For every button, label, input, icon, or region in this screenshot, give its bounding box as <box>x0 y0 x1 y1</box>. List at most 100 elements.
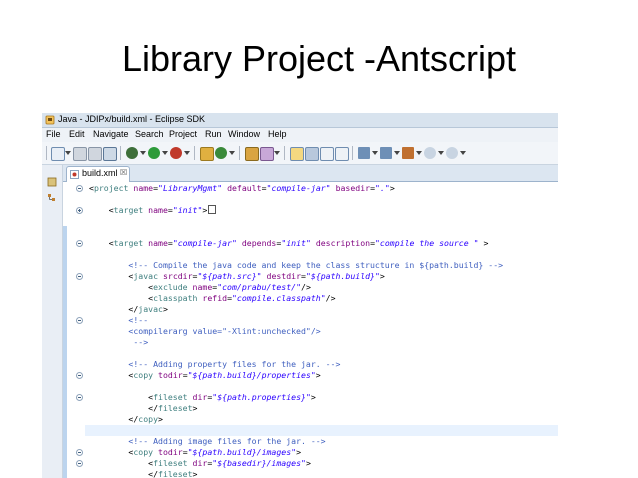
code-line: --> <box>89 337 148 348</box>
code-token: todir <box>158 447 183 457</box>
menu-edit[interactable]: Edit <box>69 129 85 139</box>
show-whitespace-icon[interactable] <box>305 147 319 161</box>
code-token: classpath <box>153 293 198 303</box>
new-class-dropdown-icon[interactable] <box>229 151 235 155</box>
editor-tab-bar: build.xml ☒ <box>63 165 558 182</box>
debug-dropdown-icon[interactable] <box>140 151 146 155</box>
prev-annotation-icon[interactable] <box>380 147 392 159</box>
code-token: name <box>148 238 168 248</box>
fold-collapse-icon[interactable] <box>76 372 83 379</box>
code-editor[interactable]: <project name="LibraryMgmt" default="com… <box>63 182 558 478</box>
code-token: > <box>389 183 395 193</box>
new-dropdown-icon[interactable] <box>65 151 71 155</box>
fold-expand-icon[interactable] <box>76 207 83 214</box>
window-title: Java - JDIPx/build.xml - Eclipse SDK <box>58 114 206 124</box>
window-titlebar[interactable]: Java - JDIPx/build.xml - Eclipse SDK <box>42 113 558 128</box>
code-token: </ <box>89 403 159 413</box>
code-line: </fileset> <box>89 403 197 414</box>
run-dropdown-icon[interactable] <box>162 151 168 155</box>
fold-collapse-icon[interactable] <box>76 185 83 192</box>
code-token: "compile-jar" <box>266 183 331 193</box>
toggle-highlight-icon[interactable] <box>290 147 304 161</box>
back-icon[interactable] <box>424 147 436 159</box>
menu-project[interactable]: Project <box>169 129 197 139</box>
last-edit-icon[interactable] <box>402 147 414 159</box>
menu-search[interactable]: Search <box>135 129 164 139</box>
back-dropdown-icon[interactable] <box>438 151 444 155</box>
print-icon[interactable] <box>103 147 117 161</box>
code-token: > <box>202 205 208 215</box>
next-annotation-dropdown-icon[interactable] <box>372 151 378 155</box>
search-dropdown-icon[interactable] <box>274 151 280 155</box>
code-token: <!-- Adding image files for the jar. --> <box>89 436 326 446</box>
toolbar-separator <box>120 146 121 160</box>
forward-icon[interactable] <box>446 147 458 159</box>
save-icon[interactable] <box>73 147 87 161</box>
change-marker <box>63 237 67 478</box>
code-token: < <box>89 205 114 215</box>
new-java-project-icon[interactable] <box>200 147 214 161</box>
collapsed-block-marker[interactable] <box>208 205 217 214</box>
external-tools-icon[interactable] <box>170 147 182 159</box>
code-token: depends <box>241 238 277 248</box>
code-token: <!-- Adding property files for the jar. … <box>89 359 341 369</box>
fold-collapse-icon[interactable] <box>76 317 83 324</box>
new-class-icon[interactable] <box>215 147 227 159</box>
next-annotation-icon[interactable] <box>358 147 370 159</box>
code-token: "${basedir}/images" <box>212 458 306 468</box>
code-line: </javac> <box>89 304 168 315</box>
code-token: < <box>89 458 154 468</box>
code-token: "init" <box>281 238 311 248</box>
fold-collapse-icon[interactable] <box>76 240 83 247</box>
menu-run[interactable]: Run <box>205 129 222 139</box>
outline-icon[interactable] <box>47 193 57 203</box>
code-token: description <box>315 238 371 248</box>
menu-help[interactable]: Help <box>268 129 287 139</box>
code-line: <!-- <box>89 315 148 326</box>
run-icon[interactable] <box>148 147 160 159</box>
code-token: > <box>296 447 302 457</box>
debug-icon[interactable] <box>126 147 138 159</box>
code-token: > <box>478 238 489 248</box>
forward-dropdown-icon[interactable] <box>460 151 466 155</box>
code-line: <!-- Compile the java code and keep the … <box>89 260 503 271</box>
package-explorer-icon[interactable] <box>47 177 57 187</box>
main-toolbar <box>42 142 558 165</box>
menu-file[interactable]: File <box>46 129 61 139</box>
code-line: </copy> <box>89 414 163 425</box>
search-icon[interactable] <box>260 147 274 161</box>
code-token: "compile.classpath" <box>232 293 326 303</box>
change-marker <box>63 226 67 237</box>
code-token: todir <box>158 370 183 380</box>
save-all-icon[interactable] <box>88 147 102 161</box>
prev-annotation-dropdown-icon[interactable] <box>394 151 400 155</box>
tab-build-xml[interactable]: build.xml ☒ <box>66 166 130 182</box>
code-token: > <box>162 304 168 314</box>
word-wrap-icon[interactable] <box>335 147 349 161</box>
close-icon[interactable]: ☒ <box>120 168 127 177</box>
external-tools-dropdown-icon[interactable] <box>184 151 190 155</box>
code-token: dir <box>192 392 208 402</box>
code-token: > <box>379 271 385 281</box>
code-token: </ <box>89 304 139 314</box>
fold-collapse-icon[interactable] <box>76 394 83 401</box>
code-line: <target name="init"> <box>89 205 217 216</box>
code-token: "compile the source " <box>375 238 479 248</box>
code-token: copy <box>133 447 154 457</box>
open-type-icon[interactable] <box>245 147 259 161</box>
ant-build-file-icon <box>70 170 79 179</box>
fold-collapse-icon[interactable] <box>76 449 83 456</box>
block-selection-icon[interactable] <box>320 147 334 161</box>
fold-collapse-icon[interactable] <box>76 460 83 467</box>
new-icon[interactable] <box>51 147 65 161</box>
menu-window[interactable]: Window <box>228 129 260 139</box>
last-edit-dropdown-icon[interactable] <box>416 151 422 155</box>
code-token: </ <box>89 469 159 478</box>
code-token: < <box>89 370 134 380</box>
code-token: "com/prabu/test/" <box>217 282 302 292</box>
fold-collapse-icon[interactable] <box>76 273 83 280</box>
code-token: javac <box>138 304 163 314</box>
code-token: < <box>89 447 134 457</box>
code-token: target <box>113 238 144 248</box>
menu-navigate[interactable]: Navigate <box>93 129 129 139</box>
